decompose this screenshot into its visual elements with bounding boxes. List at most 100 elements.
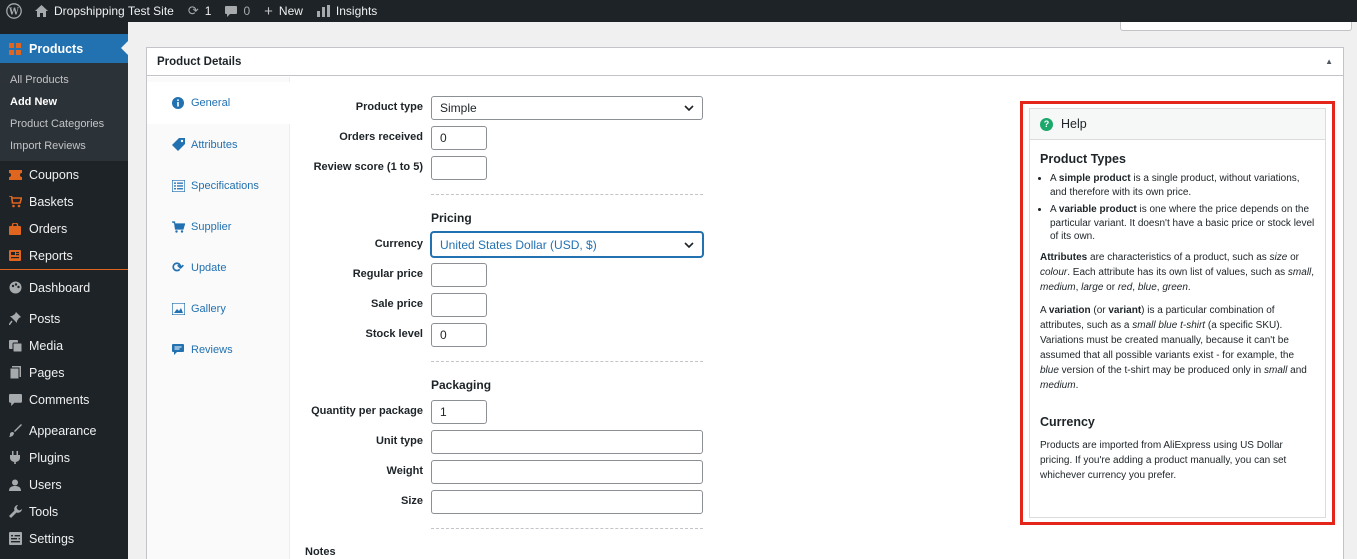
menu-media-label: Media bbox=[29, 338, 64, 353]
menu-baskets-label: Baskets bbox=[29, 194, 74, 209]
menu-pages-label: Pages bbox=[29, 365, 65, 380]
submenu-all-products[interactable]: All Products bbox=[0, 69, 128, 91]
comments-link[interactable]: 0 bbox=[218, 0, 257, 22]
menu-tools[interactable]: Tools bbox=[0, 498, 128, 525]
packaging-heading: Packaging bbox=[431, 378, 492, 392]
tab-reviews-label: Reviews bbox=[191, 343, 233, 356]
pages-icon bbox=[8, 366, 22, 380]
menu-dashboard[interactable]: Dashboard bbox=[0, 274, 128, 301]
wrench-icon bbox=[8, 505, 22, 519]
cart-icon bbox=[171, 220, 185, 234]
unit-type-label: Unit type bbox=[375, 435, 423, 447]
menu-pages[interactable]: Pages bbox=[0, 359, 128, 386]
stock-level-input[interactable]: 0 bbox=[431, 323, 487, 347]
comments-count: 0 bbox=[243, 4, 251, 18]
tab-specifications[interactable]: Specifications bbox=[147, 165, 289, 206]
menu-appearance-label: Appearance bbox=[29, 423, 97, 438]
regular-price-label: Regular price bbox=[352, 268, 423, 280]
updates-link[interactable]: ⟳ 1 bbox=[181, 0, 219, 22]
menu-orders[interactable]: Orders bbox=[0, 215, 128, 242]
weight-label: Weight bbox=[386, 465, 423, 477]
question-icon: ? bbox=[1040, 117, 1053, 131]
weight-input[interactable] bbox=[431, 460, 703, 484]
menu-posts[interactable]: Posts bbox=[0, 305, 128, 332]
tab-update[interactable]: ⟳ Update bbox=[147, 247, 289, 288]
menu-coupons[interactable]: Coupons bbox=[0, 161, 128, 188]
orders-received-input[interactable]: 0 bbox=[431, 126, 487, 150]
tab-attributes[interactable]: Attributes bbox=[147, 124, 289, 165]
wordpress-logo-icon[interactable]: W bbox=[0, 0, 28, 22]
help-header: ? Help bbox=[1030, 109, 1325, 140]
variation-paragraph: A variation (or variant) is a particular… bbox=[1040, 304, 1307, 391]
tab-supplier[interactable]: Supplier bbox=[147, 206, 289, 247]
help-panel-highlight: ? Help Product Types A simple product is… bbox=[1020, 101, 1335, 525]
currency-heading: Currency bbox=[1040, 414, 1095, 429]
menu-baskets[interactable]: Baskets bbox=[0, 188, 128, 215]
chevron-down-icon bbox=[684, 240, 694, 250]
menu-users[interactable]: Users bbox=[0, 471, 128, 498]
pricing-heading: Pricing bbox=[431, 211, 472, 225]
settings-icon bbox=[8, 532, 22, 546]
section-divider bbox=[431, 194, 703, 195]
menu-appearance[interactable]: Appearance bbox=[0, 417, 128, 444]
menu-settings[interactable]: Settings bbox=[0, 525, 128, 552]
tag-icon bbox=[171, 138, 185, 152]
search-input-remnant[interactable] bbox=[1120, 22, 1352, 31]
currency-value: United States Dollar (USD, $) bbox=[440, 237, 597, 252]
comment-bubble-icon bbox=[8, 393, 22, 407]
new-content-link[interactable]: + New bbox=[257, 0, 310, 22]
size-input[interactable] bbox=[431, 490, 703, 514]
menu-comments-label: Comments bbox=[29, 392, 90, 407]
collapse-arrow-icon[interactable]: ▲ bbox=[1325, 57, 1333, 66]
insights-link[interactable]: Insights bbox=[310, 0, 384, 22]
attributes-paragraph: Attributes are characteristics of a prod… bbox=[1040, 251, 1315, 293]
stock-level-label: Stock level bbox=[365, 328, 423, 340]
tab-general[interactable]: General bbox=[147, 82, 290, 124]
section-divider bbox=[431, 528, 703, 529]
tabs-column: General Attributes Specifications Suppli… bbox=[147, 77, 290, 559]
menu-comments[interactable]: Comments bbox=[0, 386, 128, 413]
submenu-add-new[interactable]: Add New bbox=[0, 91, 128, 113]
submenu-product-categories[interactable]: Product Categories bbox=[0, 113, 128, 135]
menu-orders-label: Orders bbox=[29, 221, 68, 236]
product-types-list: A simple product is a single product, wi… bbox=[1040, 172, 1315, 244]
report-icon bbox=[8, 249, 22, 263]
tab-gallery[interactable]: Gallery bbox=[147, 288, 289, 329]
sale-price-label: Sale price bbox=[371, 298, 423, 310]
admin-bar: W Dropshipping Test Site ⟳ 1 0 + New Ins… bbox=[0, 0, 1357, 22]
site-name-link[interactable]: Dropshipping Test Site bbox=[28, 0, 181, 22]
orders-received-label: Orders received bbox=[339, 131, 423, 143]
menu-posts-label: Posts bbox=[29, 311, 61, 326]
tab-specifications-label: Specifications bbox=[191, 179, 259, 192]
media-icon bbox=[8, 339, 22, 353]
sale-price-input[interactable] bbox=[431, 293, 487, 317]
tab-reviews[interactable]: Reviews bbox=[147, 329, 289, 370]
review-score-input[interactable] bbox=[431, 156, 487, 180]
currency-select[interactable]: United States Dollar (USD, $) bbox=[431, 232, 703, 257]
home-icon bbox=[35, 5, 48, 17]
svg-text:W: W bbox=[8, 7, 19, 17]
plus-icon: + bbox=[264, 2, 273, 20]
regular-price-input[interactable] bbox=[431, 263, 487, 287]
tab-update-label: Update bbox=[191, 261, 227, 274]
unit-type-input[interactable] bbox=[431, 430, 703, 454]
postbox-header[interactable]: Product Details ▲ bbox=[147, 48, 1343, 76]
menu-plugins-label: Plugins bbox=[29, 450, 70, 465]
bar-chart-icon bbox=[316, 5, 330, 17]
admin-sidebar: Products All Products Add New Product Ca… bbox=[0, 22, 128, 559]
tab-gallery-label: Gallery bbox=[191, 302, 226, 315]
quantity-per-package-label: Quantity per package bbox=[311, 405, 423, 417]
menu-products[interactable]: Products bbox=[0, 34, 128, 63]
product-type-select[interactable]: Simple bbox=[431, 96, 703, 120]
menu-plugins[interactable]: Plugins bbox=[0, 444, 128, 471]
menu-reports[interactable]: Reports bbox=[0, 242, 128, 269]
gallery-icon bbox=[171, 302, 185, 316]
tab-general-label: General bbox=[191, 97, 231, 109]
product-type-label: Product type bbox=[355, 101, 423, 113]
menu-tools-label: Tools bbox=[29, 504, 59, 519]
insights-label: Insights bbox=[335, 4, 378, 18]
submenu-import-reviews[interactable]: Import Reviews bbox=[0, 135, 128, 157]
quantity-per-package-input[interactable]: 1 bbox=[431, 400, 487, 424]
currency-label: Currency bbox=[374, 238, 423, 250]
menu-media[interactable]: Media bbox=[0, 332, 128, 359]
